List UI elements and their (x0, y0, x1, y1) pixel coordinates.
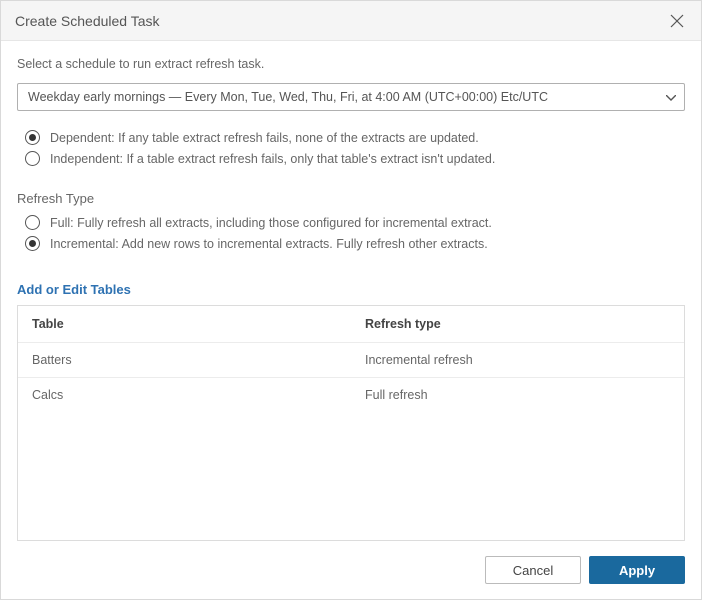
refresh-type-option-full[interactable]: Full: Fully refresh all extracts, includ… (17, 212, 685, 233)
dialog-header: Create Scheduled Task (1, 1, 701, 41)
table-header-row: Table Refresh type (18, 306, 684, 342)
table-header-table: Table (18, 306, 351, 342)
radio-icon (25, 236, 40, 251)
radio-label: Independent: If a table extract refresh … (50, 152, 495, 166)
schedule-select-value: Weekday early mornings — Every Mon, Tue,… (28, 90, 548, 104)
dialog-footer: Cancel Apply (1, 541, 701, 599)
refresh-type-heading: Refresh Type (17, 191, 685, 206)
add-edit-tables-link[interactable]: Add or Edit Tables (17, 282, 685, 297)
refresh-type-radio-group: Full: Fully refresh all extracts, includ… (17, 212, 685, 254)
instruction-text: Select a schedule to run extract refresh… (17, 57, 685, 71)
radio-label: Incremental: Add new rows to incremental… (50, 237, 488, 251)
cancel-button[interactable]: Cancel (485, 556, 581, 584)
dependency-option-independent[interactable]: Independent: If a table extract refresh … (17, 148, 685, 169)
close-button[interactable] (667, 11, 687, 31)
radio-label: Dependent: If any table extract refresh … (50, 131, 479, 145)
dependency-option-dependent[interactable]: Dependent: If any table extract refresh … (17, 127, 685, 148)
table-cell-refresh: Incremental refresh (351, 343, 684, 377)
radio-icon (25, 215, 40, 230)
table-cell-name: Calcs (18, 378, 351, 412)
create-scheduled-task-dialog: Create Scheduled Task Select a schedule … (0, 0, 702, 600)
refresh-type-option-incremental[interactable]: Incremental: Add new rows to incremental… (17, 233, 685, 254)
close-icon (670, 14, 684, 28)
apply-button[interactable]: Apply (589, 556, 685, 584)
table-cell-name: Batters (18, 343, 351, 377)
radio-label: Full: Fully refresh all extracts, includ… (50, 216, 492, 230)
schedule-select[interactable]: Weekday early mornings — Every Mon, Tue,… (17, 83, 685, 111)
dependency-radio-group: Dependent: If any table extract refresh … (17, 127, 685, 169)
dialog-content: Select a schedule to run extract refresh… (1, 41, 701, 541)
tables-box: Table Refresh type Batters Incremental r… (17, 305, 685, 541)
radio-icon (25, 151, 40, 166)
dialog-title: Create Scheduled Task (15, 13, 160, 29)
table-row: Batters Incremental refresh (18, 342, 684, 377)
chevron-down-icon (666, 90, 676, 104)
table-cell-refresh: Full refresh (351, 378, 684, 412)
radio-icon (25, 130, 40, 145)
table-header-refresh-type: Refresh type (351, 306, 684, 342)
table-row: Calcs Full refresh (18, 377, 684, 412)
